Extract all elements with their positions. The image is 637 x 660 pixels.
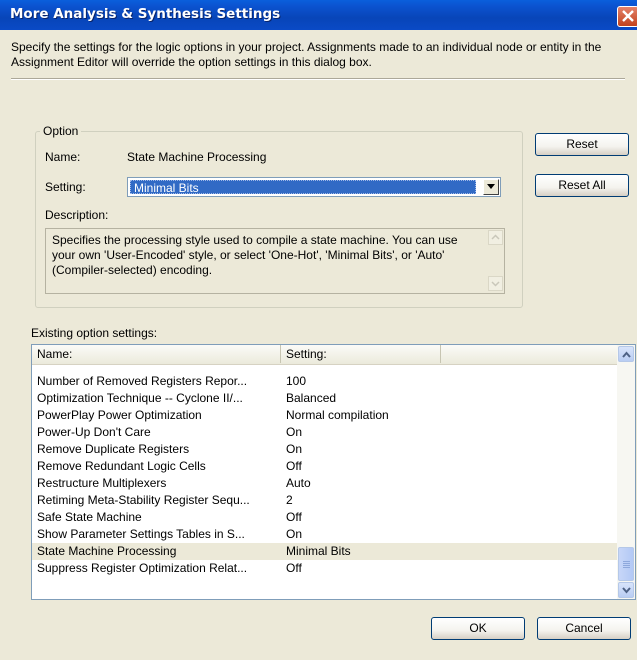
- list-scroll-down[interactable]: [618, 582, 634, 598]
- row-name: Remove Redundant Logic Cells: [37, 459, 206, 473]
- row-setting: Balanced: [286, 391, 337, 405]
- description-scroll-down[interactable]: [488, 276, 503, 291]
- row-name: PowerPlay Power Optimization: [37, 408, 202, 422]
- cancel-button-label: Cancel: [565, 621, 603, 635]
- close-button[interactable]: [617, 6, 637, 27]
- row-setting: 100: [286, 374, 307, 388]
- description-box: Specifies the processing style used to c…: [45, 228, 505, 294]
- table-row[interactable]: Suppress Register Optimization Relat... O…: [32, 560, 618, 577]
- name-label: Name:: [45, 150, 81, 164]
- window-title: More Analysis & Synthesis Settings: [10, 6, 281, 22]
- list-scroll-up[interactable]: [618, 346, 634, 362]
- row-name: Restructure Multiplexers: [37, 476, 167, 490]
- list-scroll-thumb[interactable]: [618, 547, 634, 581]
- title-bar[interactable]: More Analysis & Synthesis Settings: [0, 0, 637, 30]
- close-icon: [622, 10, 634, 22]
- row-setting: On: [286, 527, 303, 541]
- column-header-setting[interactable]: Setting:: [281, 345, 441, 363]
- description-scrollbar[interactable]: [487, 229, 504, 293]
- table-row[interactable]: Show Parameter Settings Tables in S... On: [32, 526, 618, 543]
- reset-all-button[interactable]: Reset All: [535, 174, 629, 197]
- description-scroll-up[interactable]: [488, 230, 503, 245]
- existing-settings-list[interactable]: Name: Setting: Number of Removed Registe…: [31, 344, 636, 600]
- reset-all-button-label: Reset All: [558, 178, 606, 192]
- ok-button[interactable]: OK: [431, 617, 525, 640]
- cancel-button[interactable]: Cancel: [537, 617, 631, 640]
- table-row[interactable]: Restructure Multiplexers Auto: [32, 475, 618, 492]
- table-row[interactable]: Remove Duplicate Registers On: [32, 441, 618, 458]
- arrow-up-icon: [491, 234, 500, 240]
- dropdown-button[interactable]: [483, 179, 499, 195]
- arrow-down-icon: [491, 281, 500, 287]
- row-setting: On: [286, 425, 303, 439]
- column-header-name-label: Name:: [37, 347, 73, 361]
- arrow-down-icon: [622, 587, 631, 594]
- option-name-value: State Machine Processing: [127, 150, 267, 164]
- row-name: Remove Duplicate Registers: [37, 442, 190, 456]
- setting-label: Setting:: [45, 180, 86, 194]
- table-row[interactable]: Number of Removed Registers Repor... 100: [32, 373, 618, 390]
- table-row[interactable]: Retiming Meta-Stability Register Sequ...…: [32, 492, 618, 509]
- description-text: Specifies the processing style used to c…: [52, 233, 458, 277]
- row-name: Number of Removed Registers Repor...: [37, 374, 248, 388]
- row-name: Retiming Meta-Stability Register Sequ...: [37, 493, 250, 507]
- intro-text: Specify the settings for the logic optio…: [11, 40, 602, 69]
- row-name: Safe State Machine: [37, 510, 142, 524]
- list-rows: Number of Removed Registers Repor... 100 O…: [32, 373, 618, 577]
- row-name: Suppress Register Optimization Relat...: [37, 561, 248, 575]
- reset-button-label: Reset: [566, 137, 598, 151]
- table-row[interactable]: State Machine Processing Minimal Bits: [32, 543, 618, 560]
- arrow-up-icon: [622, 351, 631, 358]
- row-name: Optimization Technique -- Cyclone II/...: [37, 391, 243, 405]
- description-label: Description:: [45, 208, 109, 222]
- table-row[interactable]: Remove Redundant Logic Cells Off: [32, 458, 618, 475]
- column-header-setting-label: Setting:: [286, 347, 327, 361]
- row-name: State Machine Processing: [37, 544, 177, 558]
- column-header-name[interactable]: Name:: [32, 345, 281, 363]
- row-setting: Auto: [286, 476, 311, 490]
- table-row[interactable]: PowerPlay Power Optimization Normal compi…: [32, 407, 618, 424]
- row-setting: Minimal Bits: [286, 544, 351, 558]
- row-name: Show Parameter Settings Tables in S...: [37, 527, 245, 541]
- row-setting: Off: [286, 459, 302, 473]
- list-scrollbar[interactable]: [617, 345, 635, 599]
- option-group-label: Option: [40, 124, 82, 138]
- reset-button[interactable]: Reset: [535, 133, 629, 156]
- row-setting: On: [286, 442, 303, 456]
- setting-dropdown[interactable]: Minimal Bits: [127, 177, 501, 197]
- table-row[interactable]: Power-Up Don't Care On: [32, 424, 618, 441]
- divider: [11, 78, 625, 80]
- row-setting: Off: [286, 561, 302, 575]
- row-setting: Normal compilation: [286, 408, 389, 422]
- dialog-window: More Analysis & Synthesis Settings Speci…: [0, 0, 637, 660]
- row-setting: Off: [286, 510, 302, 524]
- row-setting: 2: [286, 493, 293, 507]
- setting-dropdown-value: Minimal Bits: [130, 180, 476, 195]
- table-row[interactable]: Optimization Technique -- Cyclone II/...…: [32, 390, 618, 407]
- existing-settings-label: Existing option settings:: [31, 326, 158, 340]
- chevron-down-icon: [487, 184, 495, 189]
- list-header: Name: Setting:: [32, 345, 618, 365]
- ok-button-label: OK: [469, 621, 487, 635]
- table-row[interactable]: Safe State Machine Off: [32, 509, 618, 526]
- row-name: Power-Up Don't Care: [37, 425, 151, 439]
